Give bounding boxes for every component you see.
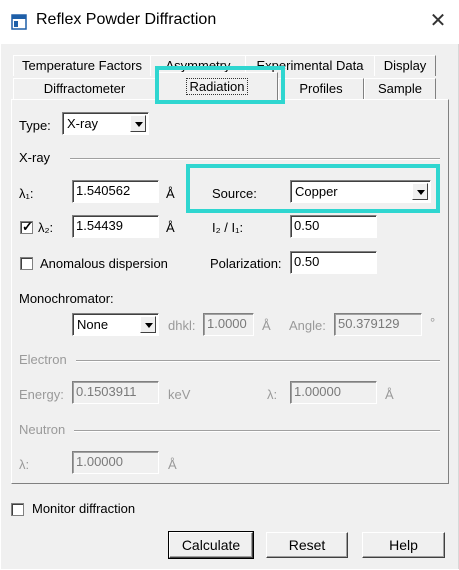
radiation-panel: Type: X-ray X-ray λ₁: 1.540562 Å Source:… xyxy=(11,99,449,484)
electron-group-label: Electron xyxy=(19,352,67,367)
angle-unit: ° xyxy=(430,315,436,330)
energy-label: Energy: xyxy=(19,387,64,402)
dhkl-unit: Å xyxy=(262,318,271,333)
monitor-diffraction-checkbox[interactable] xyxy=(11,503,24,516)
tab-radiation-label: Radiation xyxy=(185,78,249,95)
electron-lambda-label: λ: xyxy=(267,387,278,402)
type-select-value: X-ray xyxy=(67,116,99,131)
intensity-ratio-label: I₂ / I₁: xyxy=(212,220,244,235)
xray-group-divider xyxy=(70,158,440,160)
neutron-lambda-label: λ: xyxy=(19,457,30,472)
dhkl-input: 1.0000 xyxy=(203,313,254,336)
type-label: Type: xyxy=(19,118,51,133)
monochromator-select-value: None xyxy=(77,317,109,332)
xray-group-label: X-ray xyxy=(19,150,51,165)
chevron-down-icon[interactable] xyxy=(130,115,146,132)
angle-input: 50.379129 xyxy=(334,313,422,336)
dhkl-label: dhkl: xyxy=(168,318,196,333)
tab-temperature-factors[interactable]: Temperature Factors xyxy=(13,55,151,76)
lambda1-unit: Å xyxy=(166,186,175,201)
electron-lambda-input: 1.00000 xyxy=(290,381,377,404)
app-window-icon xyxy=(11,14,27,30)
anomalous-label: Anomalous dispersion xyxy=(40,256,168,271)
help-button[interactable]: Help xyxy=(362,532,445,558)
polarization-input[interactable]: 0.50 xyxy=(290,251,377,274)
tab-profiles[interactable]: Profiles xyxy=(278,78,364,99)
angle-label: Angle: xyxy=(289,318,326,333)
polarization-label: Polarization: xyxy=(210,256,282,271)
intensity-ratio-input[interactable]: 0.50 xyxy=(290,215,377,238)
monochromator-label: Monochromator: xyxy=(19,291,114,306)
chevron-down-icon[interactable] xyxy=(412,183,428,200)
calculate-button[interactable]: Calculate xyxy=(168,531,254,559)
source-select-value: Copper xyxy=(295,184,338,199)
chevron-down-icon[interactable] xyxy=(140,316,156,333)
lambda2-input[interactable]: 1.54439 xyxy=(72,215,159,238)
energy-input: 0.1503911 xyxy=(72,381,159,404)
source-label: Source: xyxy=(212,186,257,201)
tab-diffractometer[interactable]: Diffractometer xyxy=(13,78,156,99)
title-bar: Reflex Powder Diffraction ✕ xyxy=(0,0,459,44)
electron-group-divider xyxy=(76,360,440,362)
lambda2-checkbox[interactable]: ✓ xyxy=(20,219,33,234)
monochromator-select[interactable]: None xyxy=(72,313,159,336)
close-icon[interactable]: ✕ xyxy=(425,8,451,34)
source-select[interactable]: Copper xyxy=(290,180,431,203)
neutron-group-divider xyxy=(74,430,440,432)
monitor-diffraction-label: Monitor diffraction xyxy=(32,501,136,516)
tab-sample[interactable]: Sample xyxy=(364,78,436,99)
electron-lambda-unit: Å xyxy=(385,387,394,402)
lambda1-label: λ₁: xyxy=(19,186,34,201)
reset-button[interactable]: Reset xyxy=(266,532,348,558)
type-select[interactable]: X-ray xyxy=(62,112,149,135)
neutron-lambda-unit: Å xyxy=(168,457,177,472)
lambda2-unit: Å xyxy=(166,220,175,235)
energy-unit: keV xyxy=(168,387,191,402)
window-title: Reflex Powder Diffraction xyxy=(36,11,217,28)
neutron-lambda-input: 1.00000 xyxy=(72,451,159,474)
lambda2-label: λ₂: xyxy=(38,220,54,235)
lambda1-input[interactable]: 1.540562 xyxy=(72,180,159,203)
neutron-group-label: Neutron xyxy=(19,422,66,437)
checkmark-icon: ✓ xyxy=(22,219,33,234)
tab-display[interactable]: Display xyxy=(374,55,436,76)
tab-radiation[interactable]: Radiation xyxy=(156,72,278,101)
anomalous-checkbox[interactable] xyxy=(20,257,33,270)
